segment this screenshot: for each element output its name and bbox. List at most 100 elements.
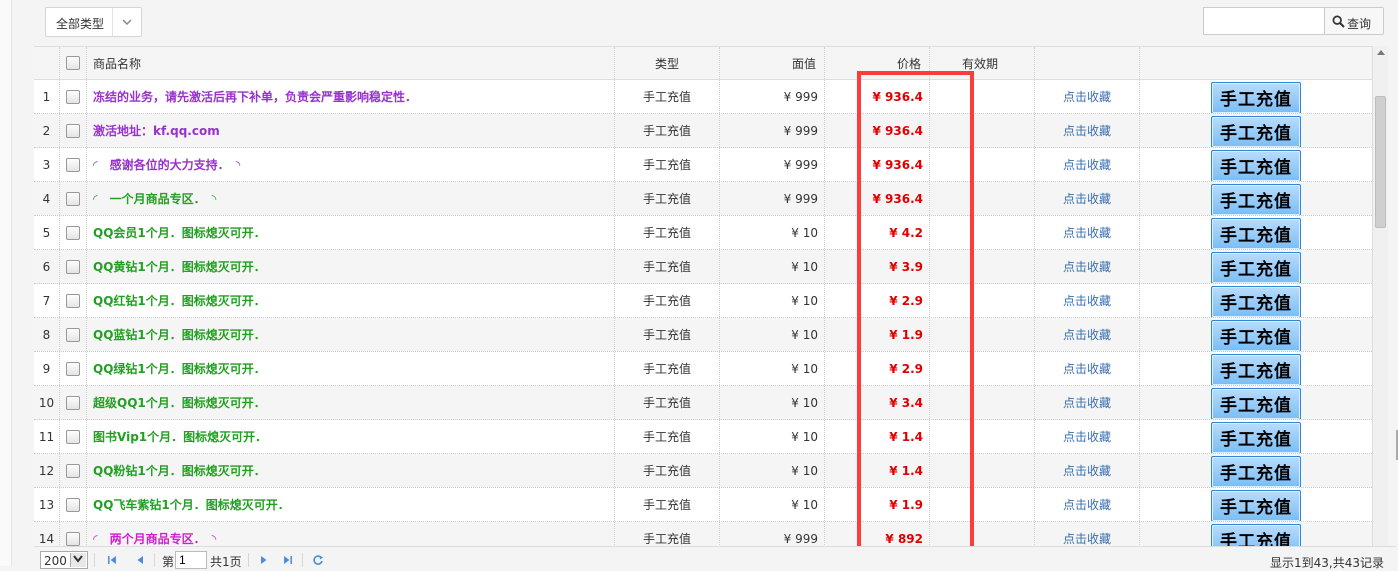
manual-recharge-button[interactable]: 手工充值 bbox=[1211, 81, 1301, 113]
favorite-link[interactable]: 点击收藏 bbox=[1035, 182, 1140, 215]
manual-recharge-button[interactable]: 手工充值 bbox=[1211, 387, 1301, 419]
table-row[interactable]: 12 QQ粉钻1个月．图标熄灭可开． 手工充值 ¥ 10 ¥ 1.4 点击收藏 手工充值 bbox=[34, 454, 1372, 488]
row-checkbox[interactable] bbox=[66, 531, 80, 546]
table-row[interactable]: 6 QQ黄钻1个月．图标熄灭可开． 手工充值 ¥ 10 ¥ 3.9 点击收藏 手工充值 bbox=[34, 250, 1372, 284]
product-name: QQ绿钻1个月．图标熄灭可开． bbox=[87, 352, 615, 385]
row-checkbox[interactable] bbox=[66, 225, 80, 240]
row-checkbox[interactable] bbox=[66, 123, 80, 138]
row-select-cell bbox=[60, 522, 87, 546]
last-page-icon[interactable] bbox=[282, 554, 294, 566]
header-index bbox=[34, 47, 60, 79]
product-face-value: ¥ 10 bbox=[720, 488, 825, 521]
manual-recharge-button[interactable]: 手工充值 bbox=[1211, 217, 1301, 249]
type-filter-value: 全部类型 bbox=[56, 17, 105, 31]
scroll-thumb[interactable] bbox=[1375, 96, 1386, 228]
first-page-icon[interactable] bbox=[106, 554, 118, 566]
favorite-link[interactable]: 点击收藏 bbox=[1035, 250, 1140, 283]
product-validity bbox=[930, 318, 1035, 351]
row-select-cell bbox=[60, 454, 87, 487]
manual-recharge-button[interactable]: 手工充值 bbox=[1211, 421, 1301, 453]
manual-recharge-button[interactable]: 手工充值 bbox=[1211, 183, 1301, 215]
favorite-link[interactable]: 点击收藏 bbox=[1035, 522, 1140, 546]
table-row[interactable]: 10 超级QQ1个月．图标熄灭可开． 手工充值 ¥ 10 ¥ 3.4 点击收藏 手工充值 bbox=[34, 386, 1372, 420]
favorite-link[interactable]: 点击收藏 bbox=[1035, 488, 1140, 521]
search-input[interactable] bbox=[1203, 7, 1325, 35]
select-all-checkbox[interactable] bbox=[66, 56, 80, 70]
action-cell: 手工充值 bbox=[1140, 114, 1372, 147]
row-checkbox[interactable] bbox=[66, 293, 80, 308]
favorite-link[interactable]: 点击收藏 bbox=[1035, 454, 1140, 487]
header-validity[interactable]: 有效期 bbox=[930, 47, 1035, 79]
product-price: ¥ 936.4 bbox=[825, 182, 930, 215]
table-row[interactable]: 4 ◜ 一个月商品专区． ◝ 手工充值 ¥ 999 ¥ 936.4 点击收藏 手工充值 bbox=[34, 182, 1372, 216]
manual-recharge-button[interactable]: 手工充值 bbox=[1211, 285, 1301, 317]
row-index: 6 bbox=[34, 250, 60, 283]
favorite-link[interactable]: 点击收藏 bbox=[1035, 148, 1140, 181]
header-name[interactable]: 商品名称 bbox=[87, 47, 615, 79]
row-checkbox[interactable] bbox=[66, 89, 80, 104]
manual-recharge-button[interactable]: 手工充值 bbox=[1211, 455, 1301, 487]
product-price: ¥ 3.9 bbox=[825, 250, 930, 283]
search-button[interactable]: 查询 bbox=[1324, 7, 1384, 35]
product-face-value: ¥ 10 bbox=[720, 284, 825, 317]
row-checkbox[interactable] bbox=[66, 259, 80, 274]
current-page-input[interactable] bbox=[175, 551, 207, 569]
manual-recharge-button[interactable]: 手工充值 bbox=[1211, 149, 1301, 181]
manual-recharge-button[interactable]: 手工充值 bbox=[1211, 489, 1301, 521]
row-checkbox[interactable] bbox=[66, 157, 80, 172]
row-checkbox[interactable] bbox=[66, 361, 80, 376]
favorite-link[interactable]: 点击收藏 bbox=[1035, 216, 1140, 249]
row-checkbox[interactable] bbox=[66, 395, 80, 410]
row-select-cell bbox=[60, 114, 87, 147]
table-row[interactable]: 14 ◜ 两个月商品专区． ◝ 手工充值 ¥ 999 ¥ 892 点击收藏 手工充值 bbox=[34, 522, 1372, 546]
row-checkbox[interactable] bbox=[66, 191, 80, 206]
vertical-scrollbar[interactable] bbox=[1372, 46, 1388, 546]
row-checkbox[interactable] bbox=[66, 463, 80, 478]
page-size-select[interactable]: 200 bbox=[40, 551, 88, 569]
manual-recharge-button[interactable]: 手工充值 bbox=[1211, 319, 1301, 351]
row-select-cell bbox=[60, 318, 87, 351]
table-row[interactable]: 5 QQ会员1个月．图标熄灭可开． 手工充值 ¥ 10 ¥ 4.2 点击收藏 手工充值 bbox=[34, 216, 1372, 250]
product-face-value: ¥ 10 bbox=[720, 386, 825, 419]
favorite-link[interactable]: 点击收藏 bbox=[1035, 420, 1140, 453]
row-checkbox[interactable] bbox=[66, 327, 80, 342]
favorite-link[interactable]: 点击收藏 bbox=[1035, 80, 1140, 113]
row-index: 10 bbox=[34, 386, 60, 419]
table-row[interactable]: 3 ◜ 感谢各位的大力支持． ◝ 手工充值 ¥ 999 ¥ 936.4 点击收藏 手工充值 bbox=[34, 148, 1372, 182]
table-row[interactable]: 2 激活地址：kf.qq.com 手工充值 ¥ 999 ¥ 936.4 点击收藏 手工充值 bbox=[34, 114, 1372, 148]
manual-recharge-button[interactable]: 手工充值 bbox=[1211, 523, 1301, 546]
header-type[interactable]: 类型 bbox=[615, 47, 720, 79]
table-row[interactable]: 11 图书Vip1个月．图标熄灭可开． 手工充值 ¥ 10 ¥ 1.4 点击收藏 手工充值 bbox=[34, 420, 1372, 454]
table-row[interactable]: 1 冻结的业务，请先激活后再下补单，负责会严重影响稳定性． 手工充值 ¥ 999 ¥ 9… bbox=[34, 80, 1372, 114]
manual-recharge-button[interactable]: 手工充值 bbox=[1211, 353, 1301, 385]
product-type: 手工充值 bbox=[615, 182, 720, 215]
favorite-link[interactable]: 点击收藏 bbox=[1035, 318, 1140, 351]
header-face-value[interactable]: 面值 bbox=[720, 47, 825, 79]
action-cell: 手工充值 bbox=[1140, 182, 1372, 215]
table-row[interactable]: 9 QQ绿钻1个月．图标熄灭可开． 手工充值 ¥ 10 ¥ 2.9 点击收藏 手工充值 bbox=[34, 352, 1372, 386]
favorite-link[interactable]: 点击收藏 bbox=[1035, 284, 1140, 317]
favorite-link[interactable]: 点击收藏 bbox=[1035, 114, 1140, 147]
product-price: ¥ 936.4 bbox=[825, 114, 930, 147]
favorite-link[interactable]: 点击收藏 bbox=[1035, 386, 1140, 419]
pagination-bar: 200 第 共1页 显示1到43,共43记录 bbox=[34, 546, 1396, 570]
prev-page-icon[interactable] bbox=[134, 554, 146, 566]
scroll-up-icon[interactable] bbox=[1377, 50, 1385, 55]
type-filter-select[interactable]: 全部类型 bbox=[45, 7, 142, 37]
favorite-link[interactable]: 点击收藏 bbox=[1035, 352, 1140, 385]
product-validity bbox=[930, 182, 1035, 215]
row-select-cell bbox=[60, 488, 87, 521]
pager-summary: 显示1到43,共43记录 bbox=[1270, 556, 1384, 570]
action-cell: 手工充值 bbox=[1140, 386, 1372, 419]
table-row[interactable]: 8 QQ蓝钻1个月．图标熄灭可开． 手工充值 ¥ 10 ¥ 1.9 点击收藏 手工充值 bbox=[34, 318, 1372, 352]
product-price: ¥ 1.9 bbox=[825, 318, 930, 351]
header-price[interactable]: 价格 bbox=[825, 47, 930, 79]
manual-recharge-button[interactable]: 手工充值 bbox=[1211, 115, 1301, 147]
row-checkbox[interactable] bbox=[66, 429, 80, 444]
table-row[interactable]: 7 QQ红钻1个月．图标熄灭可开． 手工充值 ¥ 10 ¥ 2.9 点击收藏 手工充值 bbox=[34, 284, 1372, 318]
table-row[interactable]: 13 QQ飞车紫钻1个月．图标熄灭可开． 手工充值 ¥ 10 ¥ 1.9 点击收藏 手工充值 bbox=[34, 488, 1372, 522]
row-checkbox[interactable] bbox=[66, 497, 80, 512]
next-page-icon[interactable] bbox=[258, 554, 270, 566]
manual-recharge-button[interactable]: 手工充值 bbox=[1211, 251, 1301, 283]
refresh-icon[interactable] bbox=[312, 554, 324, 566]
